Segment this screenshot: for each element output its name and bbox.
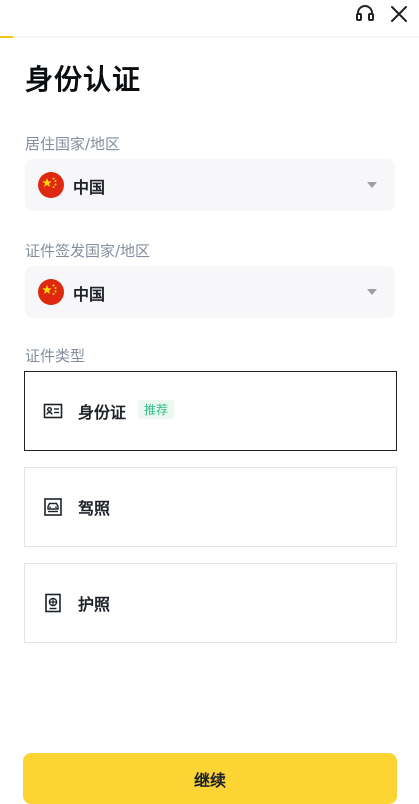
top-bar: [0, 0, 419, 38]
chevron-down-icon: [367, 182, 377, 188]
chevron-down-icon: [367, 289, 377, 295]
headset-icon[interactable]: [355, 4, 375, 24]
passport-icon: [45, 593, 61, 613]
recommended-badge: 推荐: [138, 400, 175, 419]
issuing-country-value: 中国: [73, 285, 106, 304]
document-type-label: 证件类型: [25, 347, 86, 365]
issuing-label: 证件签发国家/地区: [25, 242, 151, 260]
document-option-label: 护照: [78, 595, 111, 614]
china-flag-icon: [38, 172, 64, 198]
document-option-label: 身份证: [78, 403, 127, 422]
document-option-id-card[interactable]: 身份证 推荐: [24, 371, 397, 451]
residence-label: 居住国家/地区: [25, 135, 121, 153]
close-icon[interactable]: [389, 4, 409, 24]
document-option-label: 驾照: [78, 499, 111, 518]
progress-bar-fill: [0, 36, 13, 38]
progress-bar: [0, 36, 419, 38]
document-option-passport[interactable]: 护照: [24, 563, 397, 643]
china-flag-icon: [38, 279, 64, 305]
residence-country-select[interactable]: 中国: [25, 159, 395, 211]
issuing-country-select[interactable]: 中国: [25, 266, 395, 318]
continue-button[interactable]: 继续: [23, 753, 397, 804]
drivers-license-icon: [44, 498, 62, 516]
document-option-drivers-license[interactable]: 驾照: [24, 467, 397, 547]
page-title: 身份认证: [25, 63, 142, 96]
residence-country-value: 中国: [73, 178, 106, 197]
id-card-icon: [43, 403, 63, 419]
